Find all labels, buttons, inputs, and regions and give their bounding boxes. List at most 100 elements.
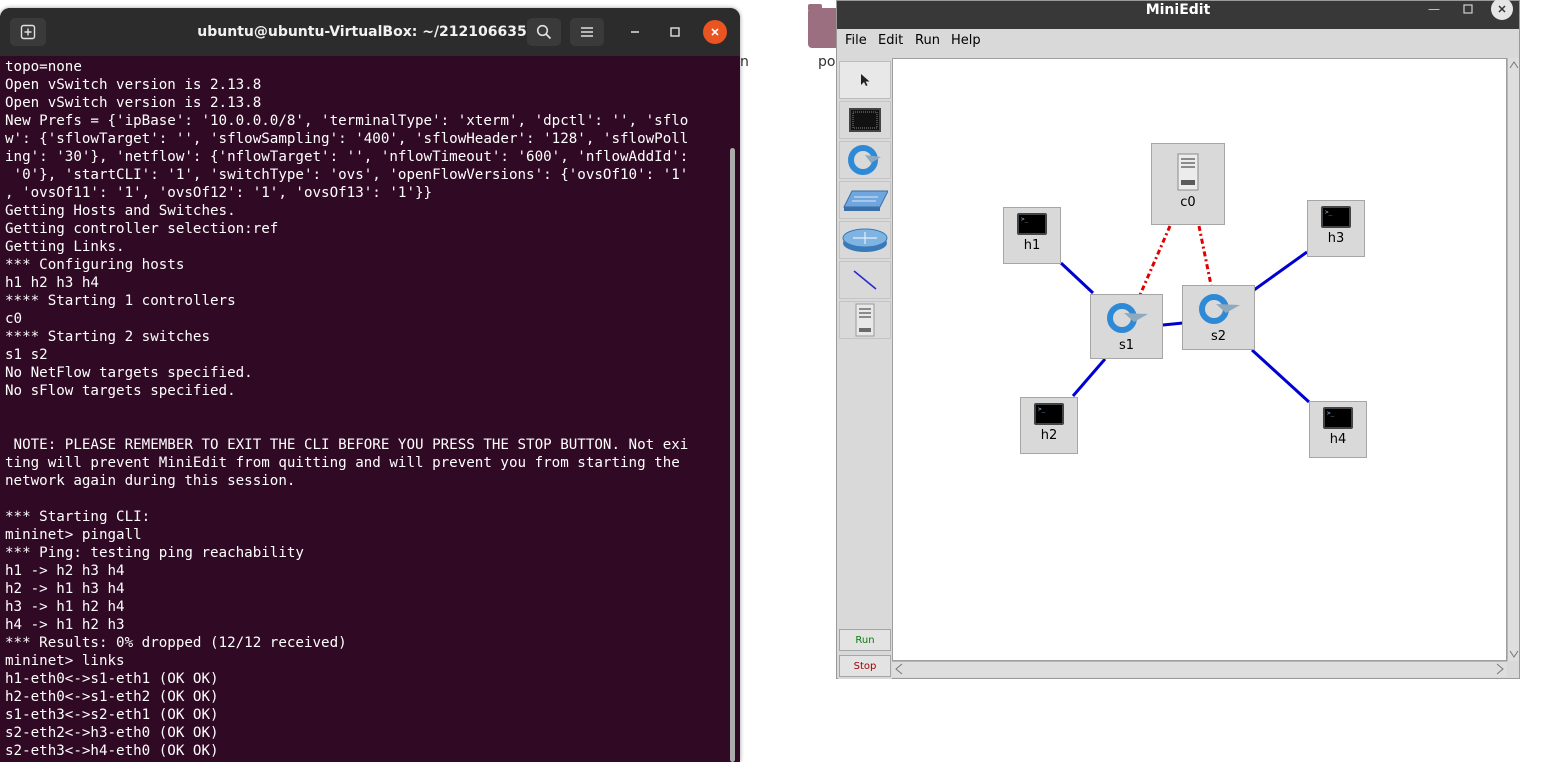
terminal-line: s2-eth3<->h4-eth0 (OK OK) <box>5 743 219 759</box>
hamburger-icon <box>581 27 593 37</box>
legacy-router-tool[interactable] <box>839 221 891 259</box>
switch-tool[interactable] <box>839 141 891 179</box>
terminal-line: **** Starting 2 switches <box>5 329 210 345</box>
canvas-horizontal-scrollbar[interactable] <box>892 661 1507 677</box>
link-h1-s1[interactable] <box>1059 261 1095 295</box>
link-s1-s2[interactable] <box>1162 321 1184 327</box>
terminal-line: h2 -> h1 h3 h4 <box>5 581 125 597</box>
menu-bar: File Edit Run Help <box>837 29 1519 54</box>
switch-icon <box>1198 294 1240 324</box>
terminal-window: ubuntu@ubuntu-VirtualBox: ~/212106635 to… <box>0 8 740 762</box>
canvas-vertical-scrollbar[interactable] <box>1507 58 1519 661</box>
stop-button[interactable]: Stop <box>839 655 891 677</box>
node-label: c0 <box>1180 195 1196 210</box>
terminal-header: ubuntu@ubuntu-VirtualBox: ~/212106635 <box>0 8 740 56</box>
close-icon <box>1498 5 1506 13</box>
terminal-line: h4 -> h1 h2 h3 <box>5 617 125 633</box>
menu-edit[interactable]: Edit <box>878 33 903 48</box>
miniedit-window: MiniEdit — File Edit Run Help Run Stop c… <box>836 0 1520 679</box>
router-icon <box>842 228 888 252</box>
desktop-icon-label[interactable]: n <box>740 54 749 70</box>
menu-run[interactable]: Run <box>915 33 940 48</box>
new-tab-icon <box>20 24 36 40</box>
terminal-line: mininet> links <box>5 653 125 669</box>
run-button[interactable]: Run <box>839 629 891 651</box>
controller-link-c0-s1[interactable] <box>1138 225 1172 296</box>
host-icon <box>1321 206 1351 228</box>
topology-canvas[interactable]: c0 h1 h3 h2 h4 s1 <box>892 58 1507 661</box>
terminal-line: *** Results: 0% dropped (12/12 received) <box>5 635 347 651</box>
switch-node-s2[interactable]: s2 <box>1182 285 1255 350</box>
host-icon <box>1017 213 1047 235</box>
terminal-line: h1 -> h2 h3 h4 <box>5 563 125 579</box>
menu-help[interactable]: Help <box>951 33 981 48</box>
link-s2-h3[interactable] <box>1253 250 1308 292</box>
node-label: h2 <box>1040 428 1058 443</box>
link-icon <box>853 270 877 290</box>
terminal-line: NOTE: PLEASE REMEMBER TO EXIT THE CLI BE… <box>5 437 689 453</box>
scroll-left-icon[interactable] <box>893 662 905 676</box>
controller-link-c0-s2[interactable] <box>1197 225 1213 286</box>
terminal-line: ing': '30'}, 'netflow': {'nflowTarget': … <box>5 149 689 165</box>
close-button[interactable] <box>703 20 727 44</box>
minimize-button[interactable] <box>623 20 647 44</box>
terminal-line: *** Configuring hosts <box>5 257 185 273</box>
terminal-line: mininet> pingall <box>5 527 142 543</box>
select-tool[interactable] <box>839 61 891 99</box>
scroll-up-icon[interactable] <box>1508 59 1520 71</box>
host-node-h1[interactable]: h1 <box>1003 207 1061 264</box>
terminal-line: s1 s2 <box>5 347 48 363</box>
terminal-line: w': {'sflowTarget': '', 'sflowSampling':… <box>5 131 689 147</box>
terminal-scrollbar[interactable] <box>730 148 735 762</box>
minimize-icon: — <box>1428 2 1440 16</box>
terminal-line: , 'ovsOf11': '1', 'ovsOf12': '1', 'ovsOf… <box>5 185 433 201</box>
terminal-title: ubuntu@ubuntu-VirtualBox: ~/212106635 <box>197 24 527 40</box>
host-node-h2[interactable]: h2 <box>1020 397 1078 454</box>
terminal-line: **** Starting 1 controllers <box>5 293 236 309</box>
miniedit-title: MiniEdit <box>1145 2 1211 18</box>
link-h2-s1[interactable] <box>1071 358 1107 397</box>
switch-node-s1[interactable]: s1 <box>1090 294 1163 359</box>
terminal-line: h3 -> h1 h2 h4 <box>5 599 125 615</box>
cursor-icon <box>861 74 870 86</box>
switch-icon <box>1106 303 1148 333</box>
host-icon <box>1034 403 1064 425</box>
host-tool[interactable] <box>839 101 891 139</box>
terminal-output[interactable]: topo=none Open vSwitch version is 2.13.8 O… <box>5 58 727 762</box>
link-s2-h4[interactable] <box>1250 348 1311 404</box>
terminal-line: c0 <box>5 311 23 327</box>
terminal-line: Getting Links. <box>5 239 125 255</box>
menu-file[interactable]: File <box>845 33 867 48</box>
desktop-icon-label[interactable]: po <box>818 54 835 70</box>
terminal-line: No NetFlow targets specified. <box>5 365 253 381</box>
terminal-line: h1 h2 h3 h4 <box>5 275 99 291</box>
terminal-line: s1-eth3<->s2-eth1 (OK OK) <box>5 707 219 723</box>
node-label: h3 <box>1327 231 1345 246</box>
menu-button[interactable] <box>570 18 604 46</box>
host-icon <box>1323 407 1353 429</box>
terminal-line: topo=none <box>5 59 82 75</box>
legacy-switch-icon <box>843 190 888 211</box>
controller-node-c0[interactable]: c0 <box>1151 143 1225 225</box>
maximize-button[interactable] <box>663 20 687 44</box>
netlink-tool[interactable] <box>839 261 891 299</box>
close-icon <box>711 28 719 36</box>
new-tab-button[interactable] <box>10 18 46 46</box>
search-button[interactable] <box>527 18 561 46</box>
terminal-line: '0'}, 'startCLI': '1', 'switchType': 'ov… <box>5 167 689 183</box>
minimize-button[interactable]: — <box>1423 1 1445 17</box>
scroll-right-icon[interactable] <box>1494 662 1506 676</box>
maximize-button[interactable] <box>1457 1 1479 17</box>
scroll-down-icon[interactable] <box>1508 648 1520 660</box>
host-node-h4[interactable]: h4 <box>1309 401 1367 458</box>
switch-icon <box>848 145 881 175</box>
node-label: s1 <box>1118 338 1135 353</box>
host-node-h3[interactable]: h3 <box>1307 200 1365 257</box>
legacy-switch-tool[interactable] <box>839 181 891 219</box>
controller-icon <box>1177 153 1199 191</box>
controller-tool[interactable] <box>839 301 891 339</box>
maximize-icon <box>1463 4 1473 14</box>
